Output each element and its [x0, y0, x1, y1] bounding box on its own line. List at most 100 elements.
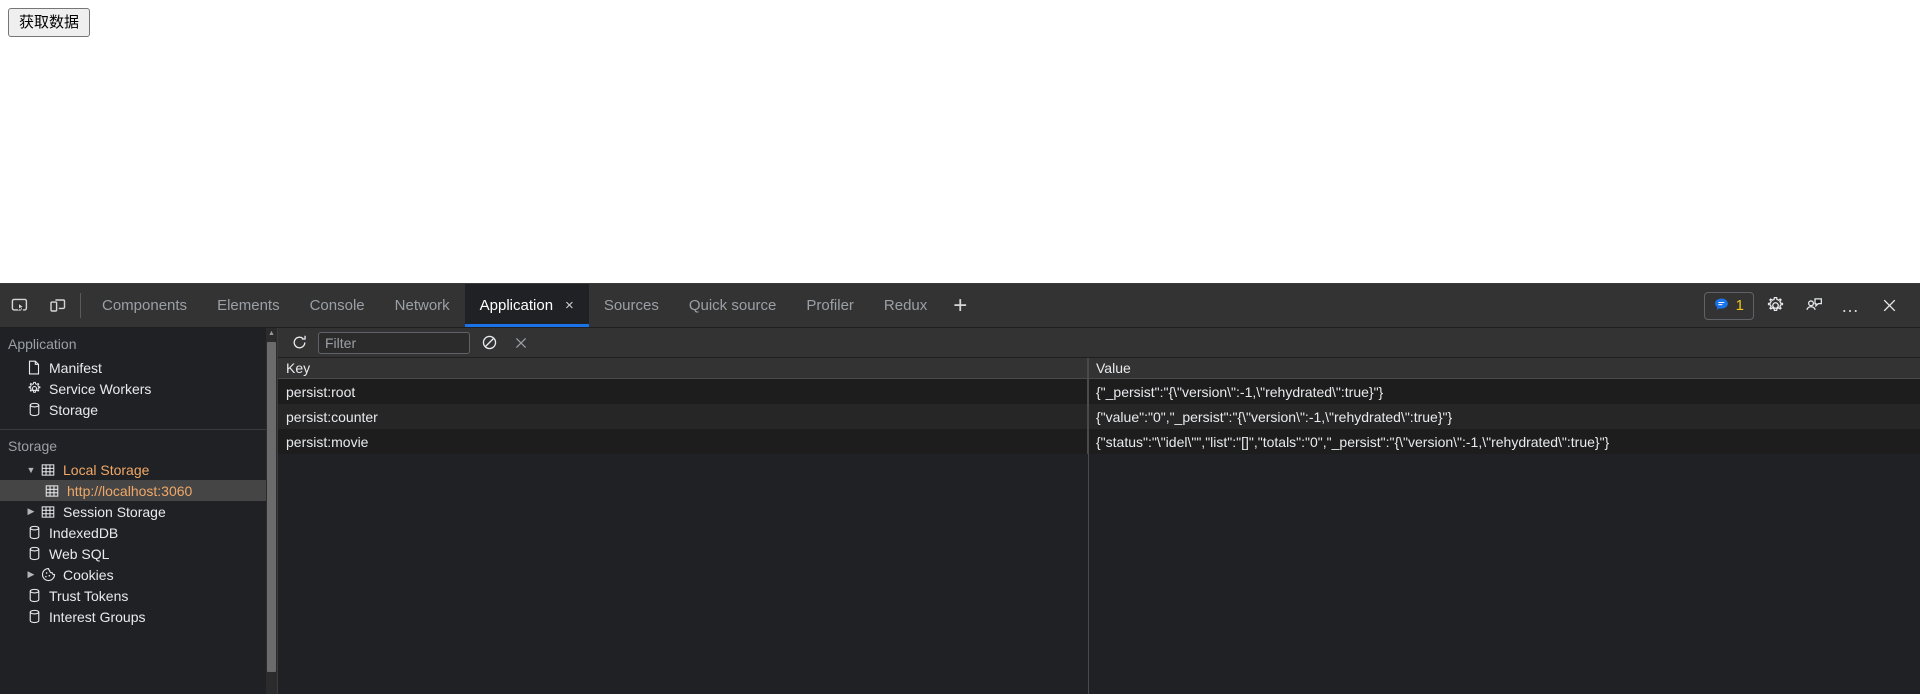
tab-label: Application: [479, 297, 554, 314]
gear-icon: [24, 381, 44, 396]
sidebar-item-localhost-3060[interactable]: http://localhost:3060: [0, 480, 277, 501]
database-icon: [24, 588, 44, 603]
chevron-right-icon[interactable]: ▶: [24, 569, 38, 580]
sidebar-item-local-storage[interactable]: ▼ Local Storage: [0, 459, 277, 480]
sidebar-item-trust-tokens[interactable]: Trust Tokens: [0, 585, 277, 606]
tab-network[interactable]: Network: [380, 284, 465, 327]
sidebar-scrollbar[interactable]: ▲: [266, 328, 277, 694]
tab-label: Sources: [603, 297, 659, 314]
tab-redux[interactable]: Redux: [869, 284, 942, 327]
more-options-icon[interactable]: …: [1834, 291, 1868, 321]
database-icon: [24, 402, 44, 417]
sidebar-section-title-storage: Storage: [8, 438, 58, 454]
tab-label: Redux: [883, 297, 928, 314]
sidebar-item-session-storage[interactable]: ▶ Session Storage: [0, 501, 277, 522]
add-panel-icon[interactable]: +: [942, 284, 978, 327]
cell-key[interactable]: persist:counter: [278, 404, 1088, 429]
database-icon: [24, 609, 44, 624]
table-row[interactable]: persist:counter {"value":"0","_persist":…: [278, 404, 1920, 429]
sidebar-item-label: Interest Groups: [49, 608, 146, 625]
settings-gear-icon[interactable]: [1758, 291, 1792, 321]
cell-value[interactable]: {"value":"0","_persist":"{\"version\":-1…: [1088, 404, 1920, 429]
close-devtools-icon[interactable]: [1872, 291, 1906, 321]
sidebar-item-label: Manifest: [49, 359, 102, 376]
sidebar-section-title-application: Application: [8, 336, 77, 352]
refresh-icon[interactable]: [286, 331, 312, 355]
tab-application[interactable]: Application ×: [464, 284, 589, 327]
sidebar-item-interest-groups[interactable]: Interest Groups: [0, 606, 277, 627]
inspect-element-icon[interactable]: [0, 284, 38, 327]
tab-label: Elements: [217, 297, 280, 314]
sidebar-item-indexeddb[interactable]: IndexedDB: [0, 522, 277, 543]
sidebar-item-label: Cookies: [63, 566, 114, 583]
column-header-key[interactable]: Key: [278, 358, 1088, 378]
database-icon: [24, 546, 44, 561]
tab-label: Network: [394, 297, 450, 314]
column-header-value[interactable]: Value: [1088, 358, 1920, 378]
chevron-down-icon[interactable]: ▼: [24, 465, 38, 475]
sidebar-item-manifest[interactable]: Manifest: [0, 357, 277, 378]
tab-label: Components: [102, 297, 188, 314]
issues-count: 1: [1735, 297, 1744, 314]
table-header-row: Key Value: [278, 358, 1920, 379]
sidebar-item-label: Trust Tokens: [49, 587, 129, 604]
tab-profiler[interactable]: Profiler: [791, 284, 869, 327]
storage-toolbar: [278, 328, 1920, 358]
storage-key-value-table: Key Value persist:root {"_persist":"{\"v…: [278, 358, 1920, 694]
tab-label: Profiler: [806, 297, 854, 314]
tab-label: Console: [309, 297, 365, 314]
issues-badge[interactable]: 1: [1703, 291, 1754, 320]
devtools-body: Application Manifest Service Workers Sto…: [0, 328, 1920, 694]
device-toolbar-icon[interactable]: [38, 284, 76, 327]
tab-label: Quick source: [688, 297, 777, 314]
tab-elements[interactable]: Elements: [202, 284, 295, 327]
tab-quick-source[interactable]: Quick source: [674, 284, 792, 327]
table-icon: [42, 484, 62, 498]
sidebar-item-web-sql[interactable]: Web SQL: [0, 543, 277, 564]
application-sidebar: Application Manifest Service Workers Sto…: [0, 328, 278, 694]
tabstrip-spacer: [978, 284, 1703, 327]
sidebar-item-cookies[interactable]: ▶ Cookies: [0, 564, 277, 585]
filter-input[interactable]: [318, 331, 470, 354]
devtools-window: Components Elements Console Network Appl…: [0, 283, 1920, 694]
web-page-content: 获取数据: [0, 0, 1920, 283]
chevron-right-icon[interactable]: ▶: [24, 506, 38, 517]
sidebar-item-storage[interactable]: Storage: [0, 399, 277, 420]
clear-filter-icon[interactable]: [476, 331, 502, 355]
sidebar-item-label: Service Workers: [49, 380, 152, 397]
sidebar-item-label: http://localhost:3060: [67, 482, 193, 499]
tab-sources[interactable]: Sources: [589, 284, 674, 327]
toolbar-divider: [80, 293, 81, 318]
table-icon: [38, 463, 58, 477]
cell-key[interactable]: persist:root: [278, 379, 1088, 404]
table-empty-area: [278, 454, 1920, 694]
storage-panel: Key Value persist:root {"_persist":"{\"v…: [278, 328, 1920, 694]
devtools-toolbar-right: 1 …: [1703, 284, 1920, 327]
devtools-tab-strip: Components Elements Console Network Appl…: [0, 284, 1920, 328]
delete-selected-icon[interactable]: [508, 331, 534, 355]
tab-components[interactable]: Components: [87, 284, 202, 327]
column-resize-handle[interactable]: [1088, 358, 1089, 694]
cell-value[interactable]: {"status":"\"idel\"","list":"[]","totals…: [1088, 429, 1920, 454]
sidebar-item-label: Web SQL: [49, 545, 110, 562]
database-icon: [24, 525, 44, 540]
customize-feedback-icon[interactable]: [1796, 291, 1830, 321]
sidebar-item-label: Session Storage: [63, 503, 166, 520]
issues-chat-icon: [1714, 297, 1729, 315]
scroll-up-icon[interactable]: ▲: [266, 328, 277, 339]
table-row[interactable]: persist:movie {"status":"\"idel\"","list…: [278, 429, 1920, 454]
table-icon: [38, 505, 58, 519]
cell-value[interactable]: {"_persist":"{\"version\":-1,\"rehydrate…: [1088, 379, 1920, 404]
cell-key[interactable]: persist:movie: [278, 429, 1088, 454]
tab-console[interactable]: Console: [295, 284, 380, 327]
table-row[interactable]: persist:root {"_persist":"{\"version\":-…: [278, 379, 1920, 404]
sidebar-item-service-workers[interactable]: Service Workers: [0, 378, 277, 399]
sidebar-item-label: Storage: [49, 401, 99, 418]
document-icon: [24, 360, 44, 375]
sidebar-item-label: Local Storage: [63, 461, 150, 478]
scrollbar-thumb[interactable]: [267, 342, 276, 672]
fetch-data-button[interactable]: 获取数据: [8, 8, 91, 37]
cookie-icon: [38, 567, 58, 582]
sidebar-item-label: IndexedDB: [49, 524, 119, 541]
close-icon[interactable]: ×: [565, 298, 574, 313]
